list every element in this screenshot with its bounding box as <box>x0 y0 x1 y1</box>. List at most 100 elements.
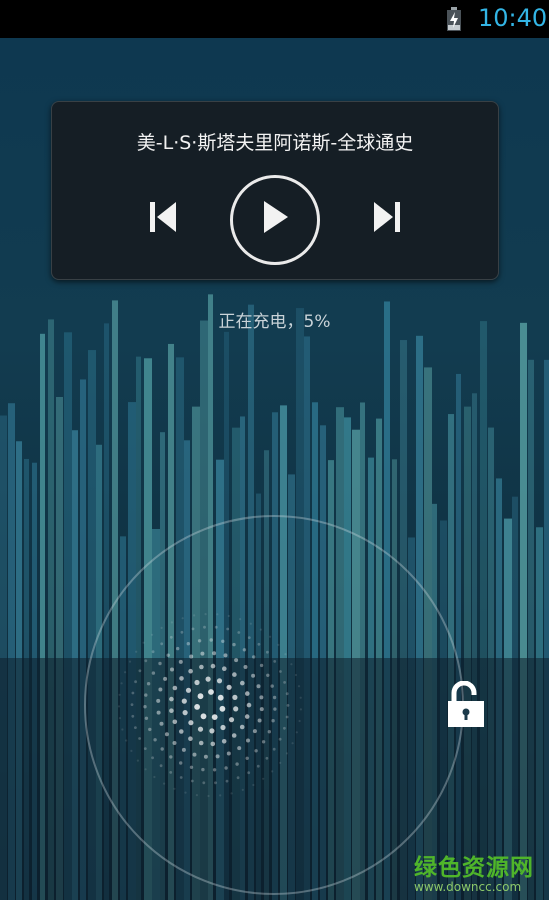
unlock-dot <box>291 742 294 745</box>
unlock-dot <box>236 776 240 780</box>
music-widget: 美-L·S·斯塔夫里阿诺斯-全球通史 <box>51 101 499 280</box>
unlock-dot <box>232 642 236 647</box>
unlock-dot <box>185 687 192 693</box>
unlock-dot <box>151 671 156 675</box>
unlock-dot <box>232 672 237 677</box>
unlock-dot <box>124 671 127 674</box>
unlock-dot <box>295 731 298 734</box>
unlock-dot <box>212 768 217 772</box>
unlock-dot <box>144 659 148 663</box>
unlock-dot <box>151 633 154 636</box>
unlock-dot <box>285 715 289 719</box>
unlock-dot <box>257 718 262 723</box>
unlock-dot <box>169 755 173 759</box>
unlock-dot <box>224 766 228 770</box>
unlock-dot <box>169 635 173 639</box>
unlock-dot <box>189 654 194 659</box>
unlock-dot <box>169 708 174 713</box>
unlock-dot <box>209 728 215 734</box>
unlock-dot <box>144 716 149 720</box>
unlock-dot <box>192 752 197 757</box>
battery-charging-icon <box>447 7 461 31</box>
unlock-dot <box>256 764 260 768</box>
unlock-dot <box>266 673 270 677</box>
unlock-dot <box>128 660 132 663</box>
unlock-dot <box>143 705 147 709</box>
unlock-dot <box>225 779 229 783</box>
unlock-dot <box>197 693 204 700</box>
unlock-dot <box>166 653 170 657</box>
unlock-dot <box>265 756 269 760</box>
unlock-dot <box>286 704 290 707</box>
unlock-dot <box>163 782 166 785</box>
unlock-dot <box>156 698 161 703</box>
unlock-dot <box>284 653 287 656</box>
unlock-dot <box>259 663 264 668</box>
unlock-dot <box>226 751 231 756</box>
unlock-dot <box>136 759 139 762</box>
unlock-icon[interactable] <box>446 681 486 729</box>
unlock-dot <box>164 732 169 737</box>
unlock-dot <box>204 613 207 616</box>
unlock-dot <box>203 754 208 759</box>
unlock-dot <box>170 667 174 672</box>
unlock-dot <box>179 776 183 779</box>
unlock-dot <box>209 638 213 642</box>
watermark-url: www.downcc.com <box>414 880 522 894</box>
unlock-dot <box>203 625 206 629</box>
play-button[interactable] <box>230 175 320 265</box>
unlock-dot <box>205 676 211 682</box>
unlock-dot <box>130 703 134 706</box>
unlock-dot <box>247 771 251 775</box>
unlock-dot <box>151 650 155 654</box>
unlock-dot <box>179 729 184 734</box>
unlock-dot <box>297 685 301 688</box>
unlock-dot <box>153 775 156 779</box>
unlock-dot <box>271 770 274 773</box>
unlock-dot <box>240 680 245 686</box>
unlock-dot <box>215 754 220 759</box>
skip-next-icon[interactable] <box>372 200 402 234</box>
unlock-dot <box>278 737 282 741</box>
unlock-dot <box>144 693 148 697</box>
unlock-dot <box>226 684 232 690</box>
unlock-dot <box>285 752 289 755</box>
unlock-dot <box>222 666 227 671</box>
unlock-dot <box>251 673 256 678</box>
unlock-dot <box>210 741 216 747</box>
unlock-dot <box>211 714 218 720</box>
unlock-dot <box>259 628 262 631</box>
skip-previous-icon[interactable] <box>148 200 178 234</box>
unlock-dot <box>180 630 184 634</box>
track-title: 美-L·S·斯塔夫里阿诺斯-全球通史 <box>136 132 414 154</box>
unlock-dot <box>283 681 286 684</box>
unlock-dot <box>231 733 237 738</box>
unlock-dot <box>170 621 173 624</box>
watermark-text: 绿色资源网 <box>414 855 534 881</box>
unlock-dot <box>197 639 202 643</box>
unlock-dot <box>158 687 163 692</box>
unlock-dot <box>208 689 214 695</box>
unlock-dot <box>216 613 219 616</box>
unlock-dot <box>134 726 137 729</box>
unlock-dot <box>163 676 168 681</box>
unlock-dot <box>262 777 265 780</box>
unlock-dot <box>259 695 264 700</box>
unlock-dot <box>172 719 178 725</box>
unlock-dot <box>219 705 226 712</box>
unlock-dot <box>273 707 277 711</box>
unlock-dot <box>160 626 163 629</box>
unlock-dot <box>207 794 210 798</box>
play-icon <box>264 201 288 233</box>
unlock-dot <box>272 695 277 700</box>
unlock-dot <box>246 702 252 708</box>
unlock-dot <box>245 691 250 696</box>
unlock-dot <box>159 721 164 726</box>
unlock-dot <box>159 764 163 768</box>
unlock-handle-dots[interactable] <box>115 605 315 805</box>
unlock-dot <box>299 696 302 699</box>
unlock-dot <box>189 765 194 769</box>
unlock-dot <box>221 639 225 643</box>
unlock-dot <box>144 768 147 771</box>
unlock-dot <box>198 740 204 746</box>
